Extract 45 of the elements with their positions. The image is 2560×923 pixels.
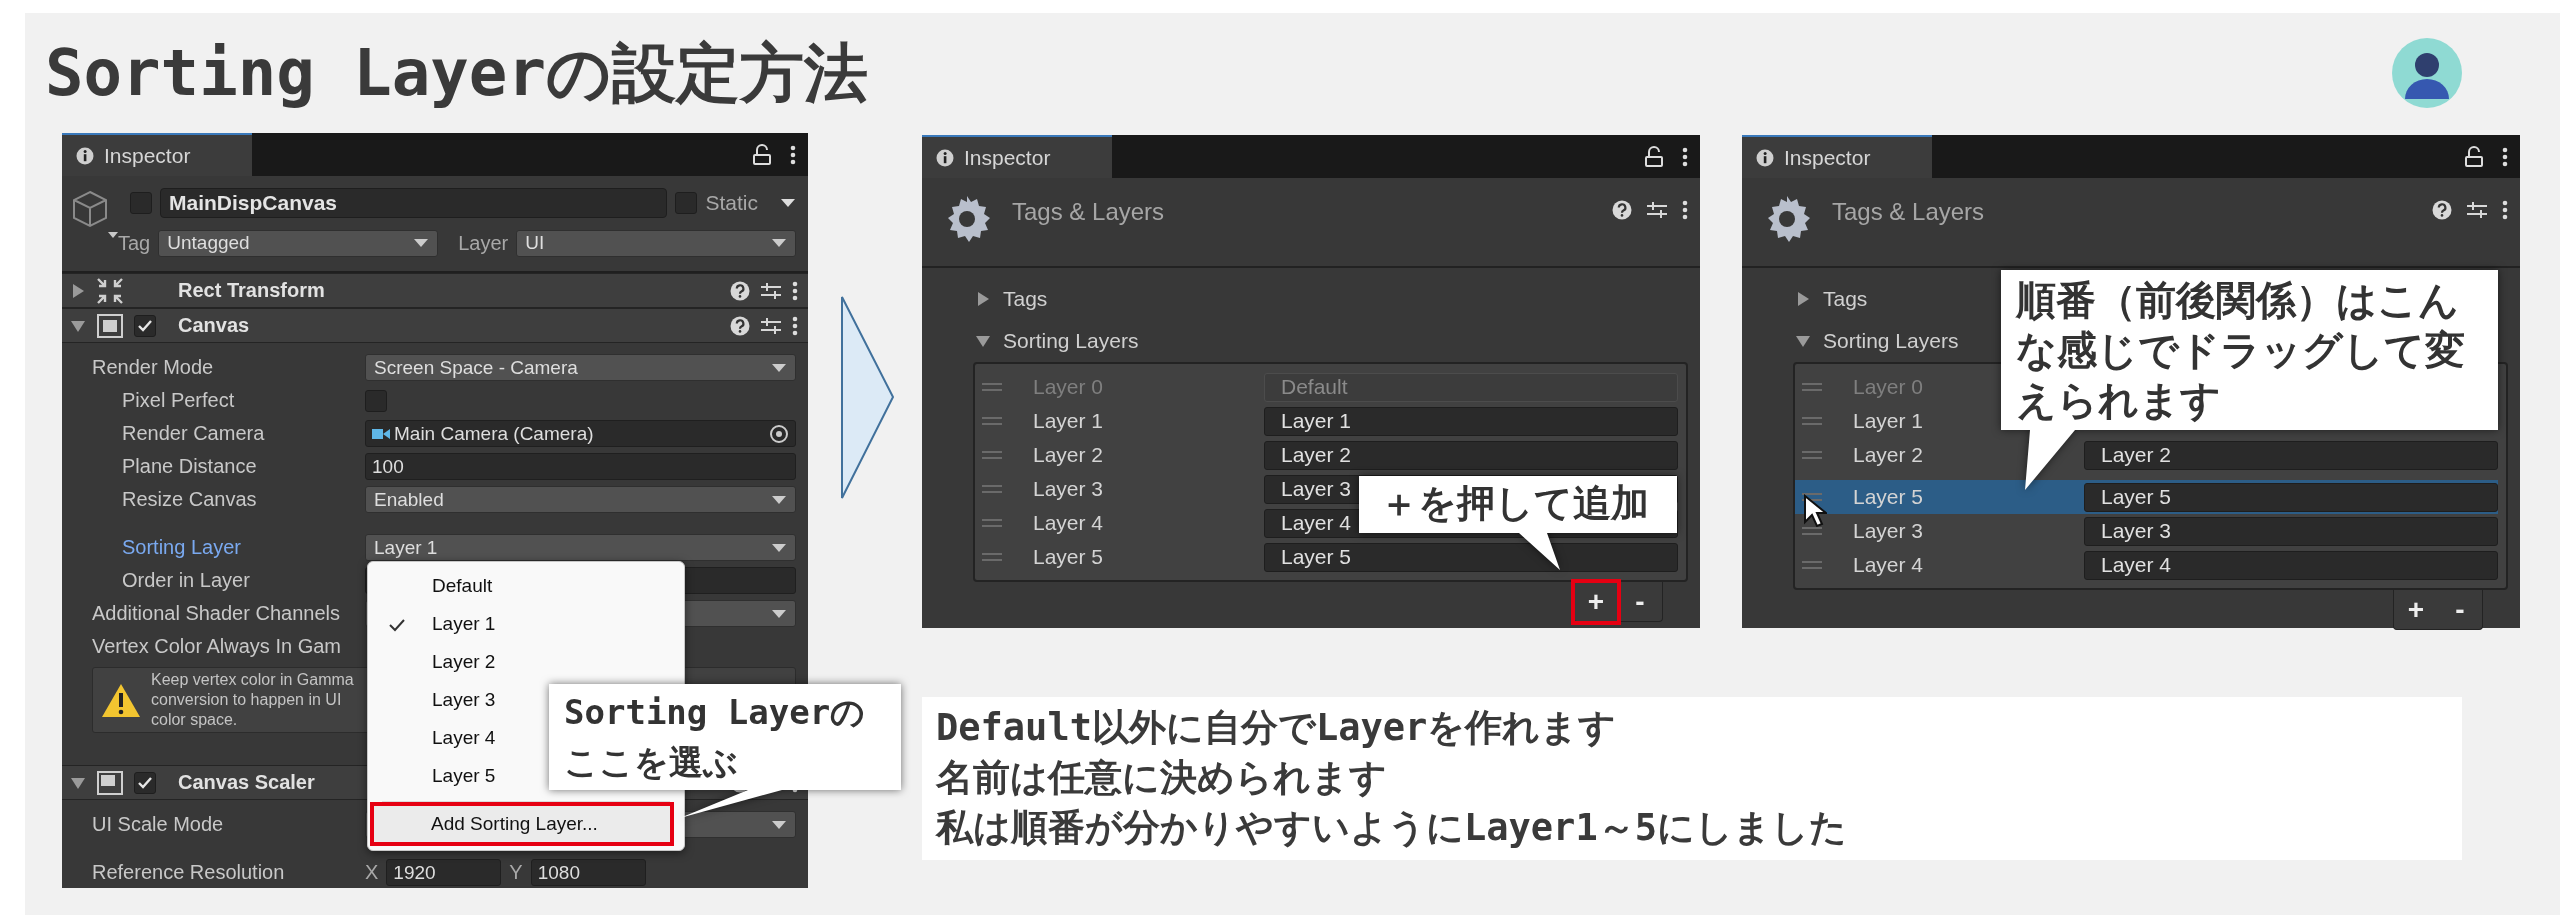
field-label: Resize Canvas — [121, 488, 258, 511]
layer-label: Layer 3 — [1853, 519, 1925, 543]
component-title: Tags & Layers — [1832, 198, 1985, 226]
field-label: Render Mode — [92, 356, 215, 379]
note-line: 私は順番が分かりやすいようにLayer1～5にしました — [936, 805, 1847, 851]
layer-label: Layer 3 — [1033, 477, 1105, 501]
layer-label: Layer 0 — [1033, 375, 1105, 399]
callout-text: な感じでドラッグして変 — [2016, 326, 2465, 375]
field-label: Tag — [118, 231, 151, 255]
layer-label: Layer 1 — [1853, 409, 1925, 433]
static-label: Static — [705, 191, 758, 215]
layer-label: Layer 5 — [1033, 545, 1105, 569]
field-label: Pixel Perfect — [121, 389, 236, 412]
layer-name-field: Default — [1264, 372, 1678, 402]
field-label: Plane Distance — [121, 455, 258, 478]
field-label: Reference Resolution — [92, 861, 286, 884]
field-label: Render Camera — [121, 422, 266, 445]
callout-text: Sorting Layerの — [564, 691, 866, 734]
field-label: Layer — [458, 231, 509, 255]
callout-text: 順番（前後関係）はこん — [2016, 276, 2459, 325]
component-title: Rect Transform — [178, 279, 325, 302]
field-label: Sorting Layer — [121, 536, 242, 559]
note-line: 名前は任意に決められます — [936, 755, 1387, 801]
layer-label: Layer 0 — [1853, 375, 1925, 399]
layer-label: Layer 5 — [1853, 485, 1925, 509]
axis-label: X — [365, 861, 379, 884]
layer-label: Layer 4 — [1033, 511, 1105, 535]
layer-label: Layer 1 — [1033, 409, 1105, 433]
layer-label: Layer 2 — [1033, 443, 1105, 467]
axis-label: Y — [509, 861, 523, 884]
component-title: Tags & Layers — [1012, 198, 1165, 226]
field-label: Vertex Color Always In Gam — [92, 635, 342, 658]
field-label: Order in Layer — [121, 569, 251, 592]
help-text: Keep vertex color in Gamma conversion to happen in UI color space. — [151, 670, 354, 730]
component-title: Canvas Scaler — [178, 771, 315, 794]
layer-label: Layer 2 — [1853, 443, 1925, 467]
callout-text: ここを選ぶ — [564, 741, 738, 784]
component-title: Canvas — [178, 314, 250, 337]
callout-text: ＋を押して追加 — [1380, 480, 1649, 527]
callout-text: えられます — [2016, 376, 2221, 425]
field-label: UI Scale Mode — [92, 813, 225, 836]
layer-label: Layer 4 — [1853, 553, 1925, 577]
field-label: Additional Shader Channels — [92, 602, 341, 625]
note-line: Default以外に自分でLayerを作れます — [936, 705, 1617, 751]
slide-title: Sorting Layerの設定方法 — [45, 34, 869, 112]
